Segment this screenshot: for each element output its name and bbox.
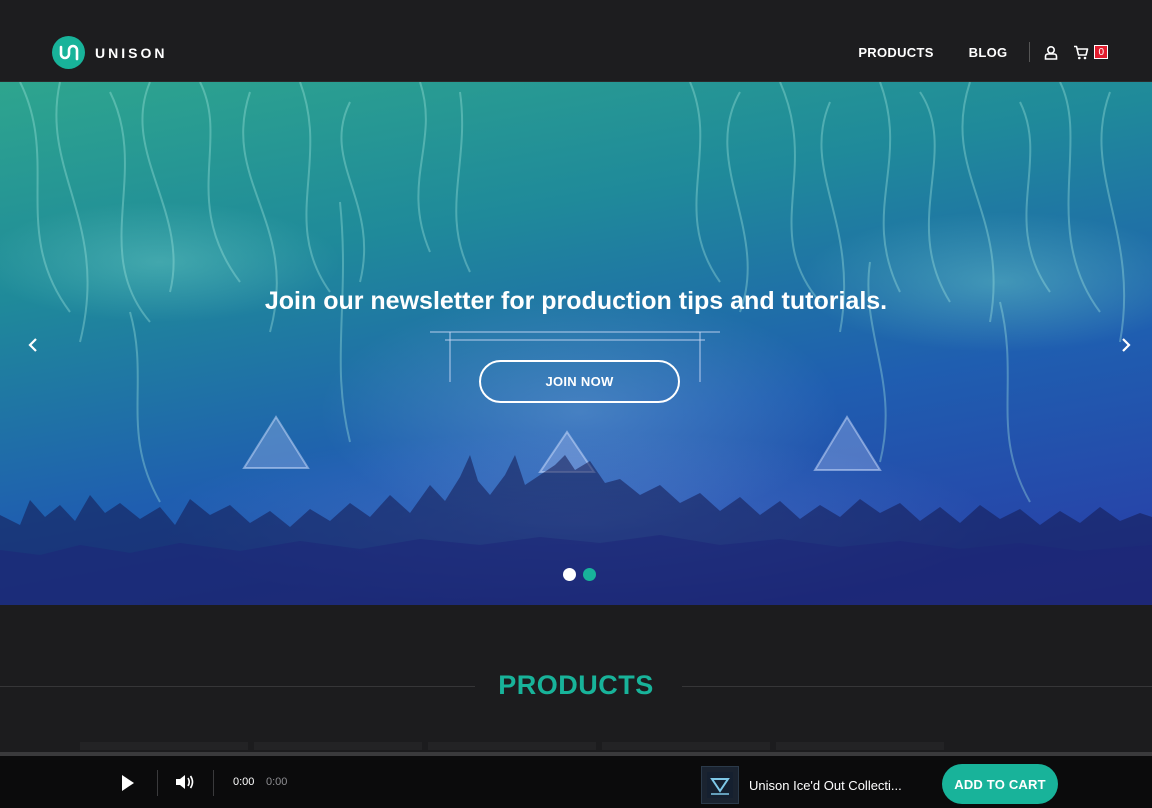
product-card[interactable] <box>776 742 944 750</box>
nav-link-blog[interactable]: BLOG <box>969 45 1008 60</box>
join-now-button[interactable]: JOIN NOW <box>479 360 680 403</box>
chevron-left-icon[interactable] <box>23 335 43 355</box>
product-grid <box>80 742 1080 752</box>
cart-count-badge: 0 <box>1094 45 1108 59</box>
unison-logo-icon <box>52 36 85 69</box>
play-icon[interactable] <box>118 772 138 794</box>
divider <box>157 770 158 796</box>
current-time: 0:00 <box>233 776 255 788</box>
divider <box>213 770 214 796</box>
nav-link-products[interactable]: PRODUCTS <box>858 45 933 60</box>
cart-button[interactable]: 0 <box>1072 43 1108 61</box>
brand-name: UNISON <box>95 44 168 61</box>
user-icon[interactable] <box>1042 43 1060 61</box>
track-title[interactable]: Unison Ice'd Out Collecti... <box>749 778 902 793</box>
cart-icon <box>1072 43 1090 61</box>
brand-logo[interactable]: UNISON <box>52 36 167 69</box>
carousel-pagination <box>563 568 603 581</box>
product-card[interactable] <box>602 742 770 750</box>
crowd-silhouette-image <box>0 455 1152 605</box>
product-card[interactable] <box>80 742 248 750</box>
add-to-cart-button[interactable]: ADD TO CART <box>942 764 1058 804</box>
hero-headline: Join our newsletter for production tips … <box>264 287 888 315</box>
volume-icon[interactable] <box>175 773 197 793</box>
main-nav: PRODUCTS BLOG 0 <box>858 42 1152 62</box>
track-artwork <box>701 766 739 804</box>
hero-carousel: Join our newsletter for production tips … <box>0 82 1152 605</box>
products-section-header: PRODUCTS <box>0 670 1152 704</box>
chevron-right-icon[interactable] <box>1116 335 1136 355</box>
total-time: 0:00 <box>266 776 288 788</box>
product-card[interactable] <box>254 742 422 750</box>
divider <box>682 686 1152 687</box>
carousel-dot[interactable] <box>563 568 576 581</box>
nav-divider <box>1029 42 1031 62</box>
site-header: UNISON PRODUCTS BLOG 0 <box>0 0 1152 82</box>
carousel-dot[interactable] <box>583 568 596 581</box>
audio-player-bar: 0:00 0:00 Unison Ice'd Out Collecti... A… <box>0 752 1152 808</box>
product-card[interactable] <box>428 742 596 750</box>
